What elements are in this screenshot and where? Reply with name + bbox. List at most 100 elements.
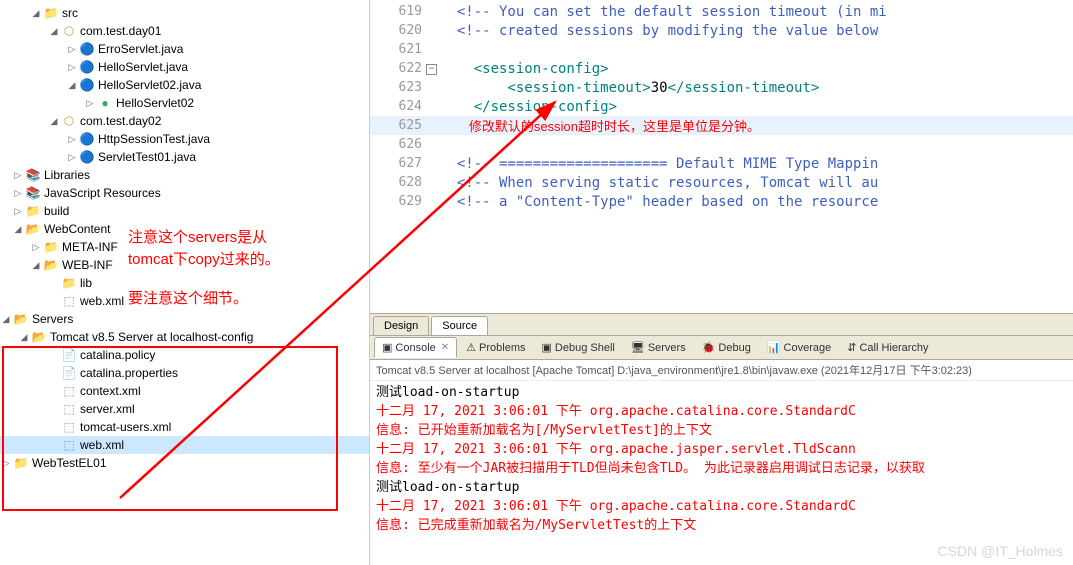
class-icon: ●: [97, 95, 113, 111]
tree-class[interactable]: ▷●HelloServlet02: [0, 94, 369, 112]
folder-open-icon: 📂: [43, 257, 59, 273]
tree-servers[interactable]: ◢📂Servers: [0, 310, 369, 328]
code-content: 修改默认的session超时时长，这里是单位是分钟。: [440, 116, 1073, 135]
xml-file-icon: ⬚: [61, 419, 77, 435]
tree-webinf[interactable]: ◢📂WEB-INF: [0, 256, 369, 274]
console-line: 十二月 17, 2021 3:06:01 下午 org.apache.jaspe…: [376, 440, 1067, 459]
tab-console[interactable]: ▣Console✕: [374, 337, 457, 358]
line-number: 625: [370, 118, 440, 133]
tab-servers[interactable]: 🖥Servers: [624, 338, 693, 357]
tab-source[interactable]: Source: [431, 316, 488, 335]
editor-line[interactable]: 625 修改默认的session超时时长，这里是单位是分钟。: [370, 116, 1073, 135]
console-tabs-bar: ▣Console✕ ⚠Problems ▣Debug Shell 🖥Server…: [370, 336, 1073, 360]
chevron-down-icon: ◢: [66, 79, 78, 91]
spacer: [48, 295, 60, 307]
line-number: 620: [370, 23, 440, 38]
editor-line[interactable]: 622− <session-config>: [370, 59, 1073, 78]
tab-label: Call Hierarchy: [859, 342, 928, 354]
line-number: 626: [370, 137, 440, 152]
tree-libraries[interactable]: ▷📚Libraries: [0, 166, 369, 184]
editor-line[interactable]: 623 <session-timeout>30</session-timeout…: [370, 78, 1073, 97]
tree-label: WebContent: [44, 222, 111, 236]
tree-webxml[interactable]: ⬚web.xml: [0, 292, 369, 310]
tree-metainf[interactable]: ▷📁META-INF: [0, 238, 369, 256]
tab-label: Servers: [648, 342, 686, 354]
tree-label: server.xml: [80, 402, 135, 416]
tree-label: ServletTest01.java: [98, 150, 196, 164]
xml-file-icon: ⬚: [61, 383, 77, 399]
tree-file[interactable]: 📄catalina.properties: [0, 364, 369, 382]
tab-label: Coverage: [784, 342, 832, 354]
tab-debug[interactable]: 🐞Debug: [695, 338, 758, 357]
tree-package-day02[interactable]: ◢⬡com.test.day02: [0, 112, 369, 130]
line-number: 627: [370, 156, 440, 171]
folder-open-icon: 📂: [31, 329, 47, 345]
tree-tomcat-config[interactable]: ◢📂Tomcat v8.5 Server at localhost-config: [0, 328, 369, 346]
chevron-right-icon: ▷: [0, 457, 12, 469]
java-file-icon: 🔵: [79, 59, 95, 75]
tree-src[interactable]: ◢📁src: [0, 4, 369, 22]
tree-label: WebTestEL01: [32, 456, 107, 470]
tree-file[interactable]: ⬚server.xml: [0, 400, 369, 418]
line-number: 622−: [370, 61, 440, 76]
editor-line[interactable]: 628 <!-- When serving static resources, …: [370, 173, 1073, 192]
tab-coverage[interactable]: 📊Coverage: [760, 338, 838, 357]
tree-label: WEB-INF: [62, 258, 113, 272]
tree-label: ErroServlet.java: [98, 42, 183, 56]
code-content: <!-- You can set the default session tim…: [440, 4, 1073, 20]
line-number: 629: [370, 194, 440, 209]
project-explorer[interactable]: ◢📁src ◢⬡com.test.day01 ▷🔵ErroServlet.jav…: [0, 0, 370, 565]
coverage-icon: 📊: [767, 341, 781, 354]
tab-problems[interactable]: ⚠Problems: [459, 338, 532, 357]
chevron-right-icon: ▷: [84, 97, 96, 109]
console-line: 测试load-on-startup: [376, 478, 1067, 497]
spacer: [48, 439, 60, 451]
console-output[interactable]: 测试load-on-startup 十二月 17, 2021 3:06:01 下午…: [370, 381, 1073, 565]
tree-java-file[interactable]: ▷🔵ErroServlet.java: [0, 40, 369, 58]
editor-line[interactable]: 620 <!-- created sessions by modifying t…: [370, 21, 1073, 40]
tree-java-file[interactable]: ◢🔵HelloServlet02.java: [0, 76, 369, 94]
spacer: [48, 367, 60, 379]
tree-label: lib: [80, 276, 92, 290]
tree-webtestel01[interactable]: ▷📁WebTestEL01: [0, 454, 369, 472]
code-editor[interactable]: 619 <!-- You can set the default session…: [370, 0, 1073, 313]
tree-js-resources[interactable]: ▷📚JavaScript Resources: [0, 184, 369, 202]
java-file-icon: 🔵: [79, 131, 95, 147]
tree-webxml-servers[interactable]: ⬚web.xml: [0, 436, 369, 454]
tree-label: HelloServlet02: [116, 96, 194, 110]
tree-file[interactable]: ⬚context.xml: [0, 382, 369, 400]
editor-line[interactable]: 621: [370, 40, 1073, 59]
editor-line[interactable]: 619 <!-- You can set the default session…: [370, 2, 1073, 21]
console-line: 信息: 已开始重新加载名为[/MyServletTest]的上下文: [376, 421, 1067, 440]
tree-build[interactable]: ▷📁build: [0, 202, 369, 220]
code-content: <!-- a "Content-Type" header based on th…: [440, 194, 1073, 210]
editor-line[interactable]: 627 <!-- ==================== Default MI…: [370, 154, 1073, 173]
tree-webcontent[interactable]: ◢📂WebContent: [0, 220, 369, 238]
tree-package-day01[interactable]: ◢⬡com.test.day01: [0, 22, 369, 40]
package-icon: ⬡: [61, 113, 77, 129]
tree-java-file[interactable]: ▷🔵ServletTest01.java: [0, 148, 369, 166]
tree-java-file[interactable]: ▷🔵HttpSessionTest.java: [0, 130, 369, 148]
tree-file[interactable]: 📄catalina.policy: [0, 346, 369, 364]
chevron-right-icon: ▷: [66, 133, 78, 145]
editor-line[interactable]: 626: [370, 135, 1073, 154]
tree-lib[interactable]: 📁lib: [0, 274, 369, 292]
console-line: 十二月 17, 2021 3:06:01 下午 org.apache.catal…: [376, 402, 1067, 421]
tab-call-hierarchy[interactable]: ⇵Call Hierarchy: [840, 338, 935, 357]
tree-java-file[interactable]: ▷🔵HelloServlet.java: [0, 58, 369, 76]
console-line: 信息: 至少有一个JAR被扫描用于TLD但尚未包含TLD。 为此记录器启用调试日…: [376, 459, 1067, 478]
tree-label: META-INF: [62, 240, 118, 254]
editor-view-tabs: Design Source: [370, 313, 1073, 335]
hierarchy-icon: ⇵: [847, 341, 856, 354]
tab-debug-shell[interactable]: ▣Debug Shell: [535, 338, 622, 357]
file-icon: 📄: [61, 347, 77, 363]
source-folder-icon: 📁: [43, 5, 59, 21]
close-icon[interactable]: ✕: [441, 342, 449, 353]
tree-file[interactable]: ⬚tomcat-users.xml: [0, 418, 369, 436]
editor-line[interactable]: 629 <!-- a "Content-Type" header based o…: [370, 192, 1073, 211]
code-content: </session-config>: [440, 99, 1073, 115]
editor-line[interactable]: 624 </session-config>: [370, 97, 1073, 116]
fold-icon[interactable]: −: [426, 64, 437, 75]
tab-design[interactable]: Design: [373, 316, 429, 335]
xml-file-icon: ⬚: [61, 293, 77, 309]
